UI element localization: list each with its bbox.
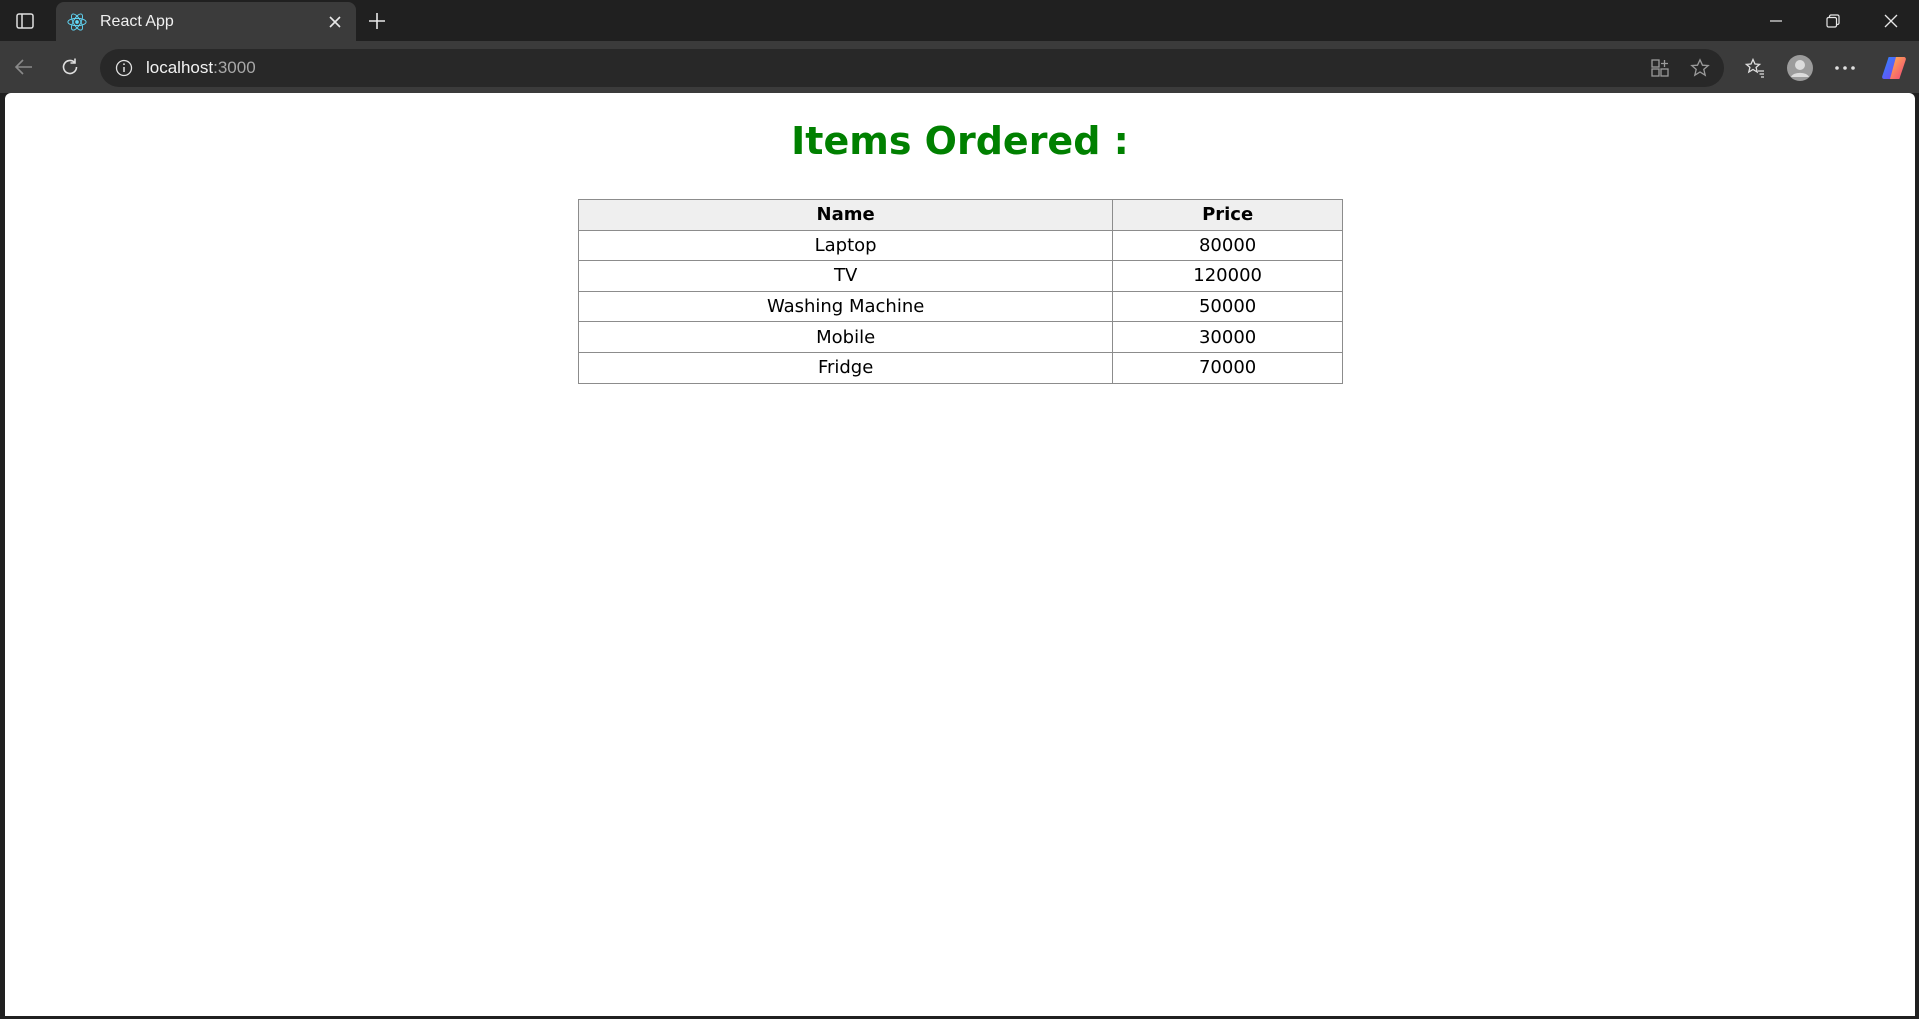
url-port: :3000 — [213, 58, 256, 77]
browser-tab[interactable]: React App — [56, 2, 356, 41]
table-row: TV 120000 — [577, 260, 1343, 292]
item-name: Fridge — [577, 351, 1114, 384]
item-price: 50000 — [1112, 290, 1343, 323]
header-price: Price — [1112, 199, 1343, 231]
more-options-icon[interactable] — [1830, 53, 1860, 83]
close-window-icon[interactable] — [1869, 6, 1913, 36]
profile-avatar-icon[interactable] — [1785, 53, 1815, 83]
browser-toolbar: localhost:3000 — [0, 41, 1919, 93]
new-tab-button[interactable] — [364, 8, 390, 34]
close-tab-icon[interactable] — [324, 11, 346, 33]
site-info-icon[interactable] — [112, 56, 136, 80]
sidebar-toggle-icon[interactable] — [10, 8, 40, 34]
item-name: TV — [577, 260, 1114, 292]
minimize-icon[interactable] — [1754, 6, 1798, 36]
item-price: 30000 — [1112, 321, 1343, 353]
title-bar: React App — [0, 0, 1919, 41]
address-bar[interactable]: localhost:3000 — [100, 49, 1724, 87]
refresh-icon[interactable] — [54, 51, 86, 83]
favorite-star-icon[interactable] — [1688, 56, 1712, 80]
table-header-row: Name Price — [577, 199, 1343, 231]
items-table: Name Price Laptop 80000 TV 120000 Washin… — [577, 199, 1343, 384]
table-row: Laptop 80000 — [577, 229, 1343, 262]
app-available-icon[interactable] — [1648, 56, 1672, 80]
table-row: Mobile 30000 — [577, 321, 1343, 353]
header-name: Name — [577, 199, 1114, 231]
table-row: Fridge 70000 — [577, 351, 1343, 384]
item-name: Laptop — [577, 229, 1114, 262]
page-title: Items Ordered : — [791, 119, 1129, 163]
restore-icon[interactable] — [1811, 6, 1855, 36]
favorites-icon[interactable] — [1740, 53, 1770, 83]
react-icon — [66, 11, 88, 33]
item-name: Washing Machine — [577, 290, 1114, 323]
table-row: Washing Machine 50000 — [577, 290, 1343, 323]
copilot-icon[interactable] — [1879, 53, 1909, 83]
item-name: Mobile — [577, 321, 1114, 353]
page-viewport: Items Ordered : Name Price Laptop 80000 … — [5, 93, 1915, 1016]
item-price: 70000 — [1112, 351, 1343, 384]
item-price: 120000 — [1112, 260, 1343, 292]
item-price: 80000 — [1112, 229, 1343, 262]
url-host: localhost — [146, 58, 214, 77]
back-arrow-icon[interactable] — [8, 51, 40, 83]
tab-title: React App — [100, 12, 174, 30]
